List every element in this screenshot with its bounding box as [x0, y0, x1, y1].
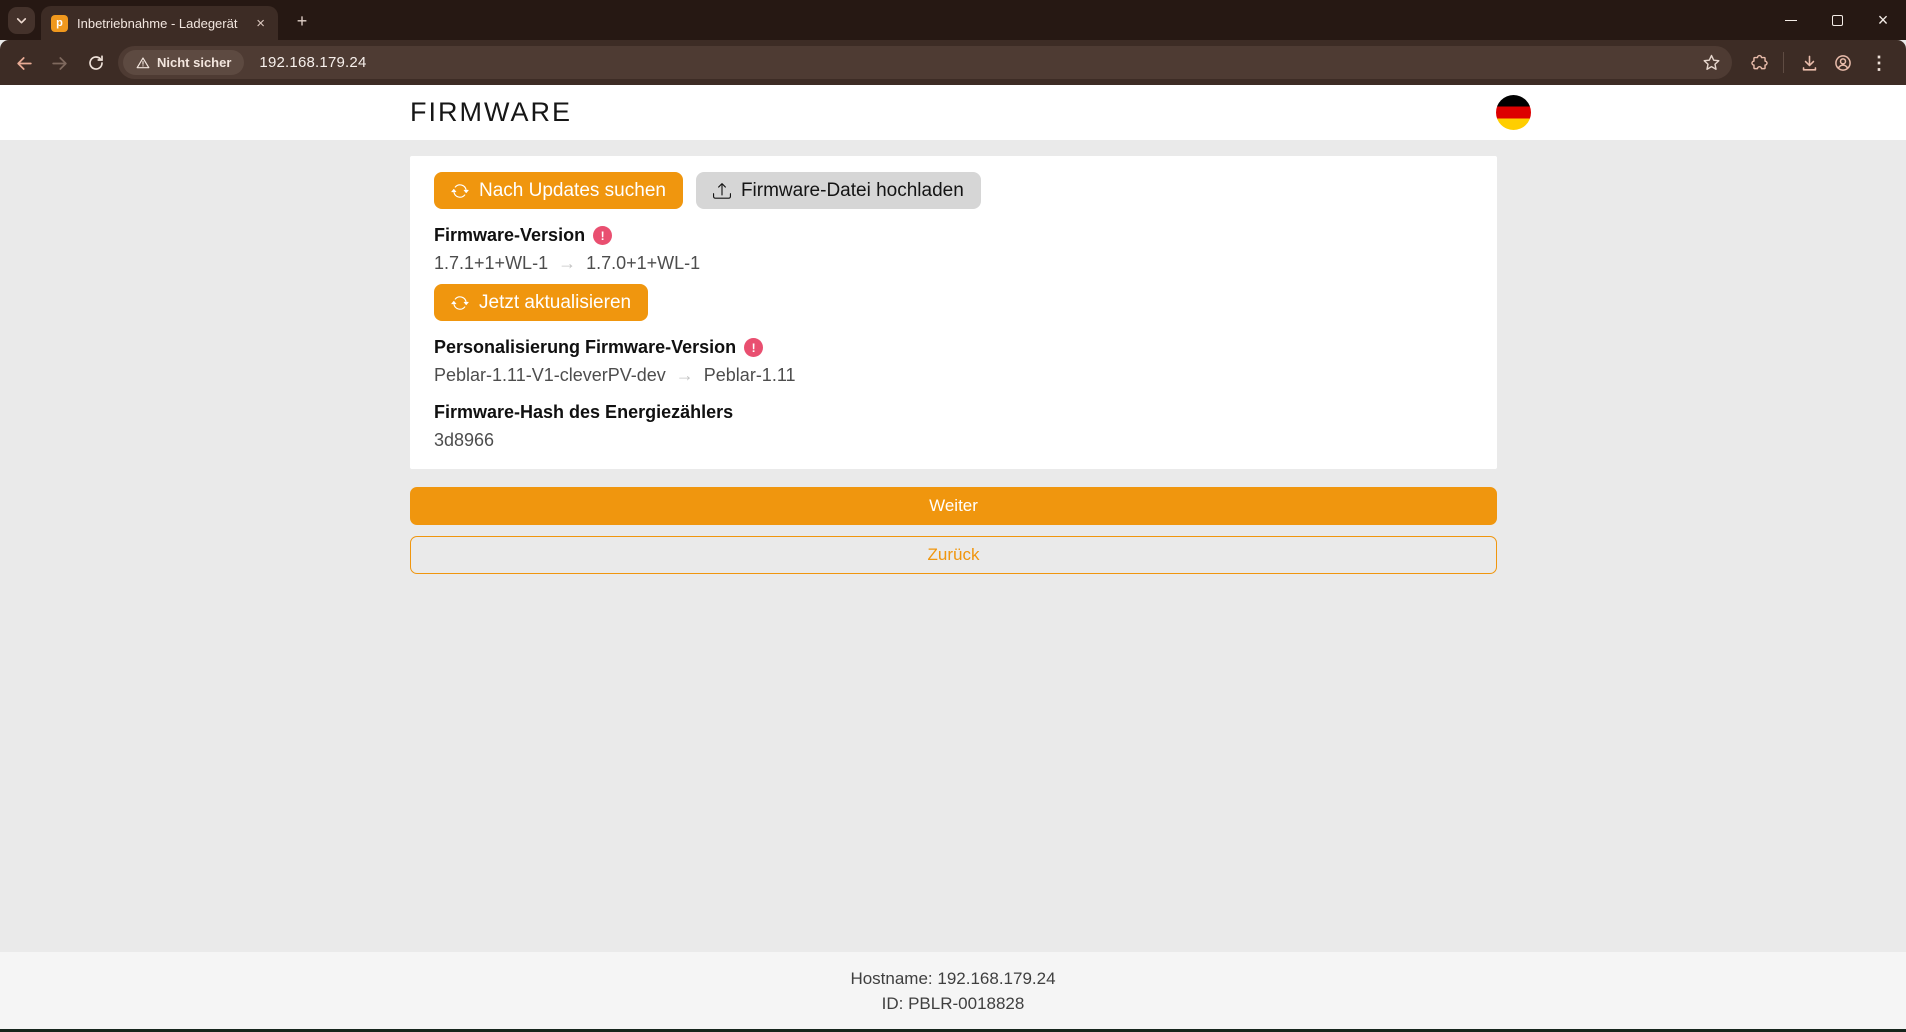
minimize-button[interactable] [1768, 0, 1814, 40]
browser-toolbar: Nicht sicher 192.168.179.24 [0, 40, 1906, 85]
star-icon [1702, 53, 1721, 72]
maximize-button[interactable] [1814, 0, 1860, 40]
alert-badge-icon: ! [744, 338, 763, 357]
firmware-version-label: Firmware-Version [434, 225, 585, 246]
firmware-version-current: 1.7.1+1+WL-1 [434, 253, 548, 274]
check-updates-button[interactable]: Nach Updates suchen [434, 172, 683, 209]
close-button[interactable]: × [1860, 0, 1906, 40]
upload-firmware-label: Firmware-Datei hochladen [741, 180, 964, 202]
download-icon [1800, 54, 1819, 73]
firmware-version-target: 1.7.0+1+WL-1 [586, 253, 700, 274]
browser-window: p Inbetriebnahme - Ladegerät × + × [0, 0, 1906, 1032]
alert-badge-icon: ! [593, 226, 612, 245]
sync-icon [451, 294, 469, 312]
profile-icon [1833, 53, 1853, 73]
downloads-button[interactable] [1796, 50, 1822, 76]
warning-triangle-icon [136, 56, 150, 70]
profile-button[interactable] [1830, 50, 1856, 76]
extensions-button[interactable] [1746, 50, 1772, 76]
meter-hash-value: 3d8966 [434, 430, 1473, 451]
back-step-button[interactable]: Zurück [410, 536, 1497, 574]
chevron-down-icon [15, 14, 28, 27]
meter-hash-text: 3d8966 [434, 430, 494, 451]
personalization-target: Peblar-1.11 [704, 365, 796, 386]
back-arrow-icon [15, 54, 34, 73]
security-label: Nicht sicher [157, 55, 231, 70]
browser-tab[interactable]: p Inbetriebnahme - Ladegerät × [41, 6, 278, 40]
personalization-label: Personalisierung Firmware-Version [434, 337, 736, 358]
firmware-version-label-row: Firmware-Version ! [434, 225, 1473, 246]
update-now-button[interactable]: Jetzt aktualisieren [434, 284, 648, 321]
page-title: FIRMWARE [410, 97, 572, 128]
tab-strip: p Inbetriebnahme - Ladegerät × + × [0, 0, 1906, 40]
page-header: FIRMWARE [0, 85, 1906, 140]
next-button[interactable]: Weiter [410, 487, 1497, 525]
meter-hash-label-row: Firmware-Hash des Energiezählers [434, 402, 1473, 423]
new-tab-button[interactable]: + [290, 9, 314, 33]
tab-favicon-icon: p [51, 15, 68, 32]
main-content: Nach Updates suchen Firmware-Datei hochl… [0, 140, 1906, 952]
footer-hostname: Hostname: 192.168.179.24 [0, 966, 1906, 991]
bookmark-button[interactable] [1698, 50, 1724, 76]
personalization-current: Peblar-1.11-V1-cleverPV-dev [434, 365, 666, 386]
firmware-actions-row: Nach Updates suchen Firmware-Datei hochl… [434, 172, 1473, 209]
window-controls: × [1768, 0, 1906, 40]
check-updates-label: Nach Updates suchen [479, 180, 666, 202]
personalization-value: Peblar-1.11-V1-cleverPV-dev → Peblar-1.1… [434, 365, 1473, 386]
firmware-card: Nach Updates suchen Firmware-Datei hochl… [410, 156, 1497, 469]
site-security-chip[interactable]: Nicht sicher [123, 50, 244, 75]
tab-close-icon[interactable]: × [253, 15, 268, 32]
back-button[interactable] [11, 50, 37, 76]
forward-button[interactable] [46, 50, 72, 76]
tab-search-button[interactable] [8, 7, 35, 34]
personalization-label-row: Personalisierung Firmware-Version ! [434, 337, 1473, 358]
reload-icon [87, 54, 105, 72]
url-text[interactable]: 192.168.179.24 [259, 54, 366, 71]
sync-icon [451, 182, 469, 200]
tab-title: Inbetriebnahme - Ladegerät [77, 16, 244, 31]
arrow-right-icon: → [676, 365, 694, 386]
forward-arrow-icon [50, 54, 69, 73]
toolbar-separator [1783, 52, 1784, 73]
minimize-icon [1785, 20, 1797, 21]
close-icon: × [1878, 11, 1889, 29]
footer-id: ID: PBLR-0018828 [0, 991, 1906, 1016]
arrow-right-icon: → [558, 253, 576, 274]
upload-icon [713, 182, 731, 200]
puzzle-icon [1750, 54, 1769, 73]
menu-button[interactable]: ⋮ [1866, 50, 1892, 76]
meter-hash-label: Firmware-Hash des Energiezählers [434, 402, 733, 423]
maximize-icon [1832, 15, 1843, 26]
address-bar[interactable]: Nicht sicher 192.168.179.24 [118, 46, 1732, 79]
page-footer: Hostname: 192.168.179.24 ID: PBLR-001882… [0, 952, 1906, 1029]
reload-button[interactable] [83, 50, 109, 76]
firmware-version-value: 1.7.1+1+WL-1 → 1.7.0+1+WL-1 [434, 253, 1473, 274]
upload-firmware-button[interactable]: Firmware-Datei hochladen [696, 172, 981, 209]
german-flag-language-icon[interactable] [1496, 95, 1531, 130]
update-now-label: Jetzt aktualisieren [479, 292, 631, 314]
kebab-menu-icon: ⋮ [1870, 53, 1888, 74]
